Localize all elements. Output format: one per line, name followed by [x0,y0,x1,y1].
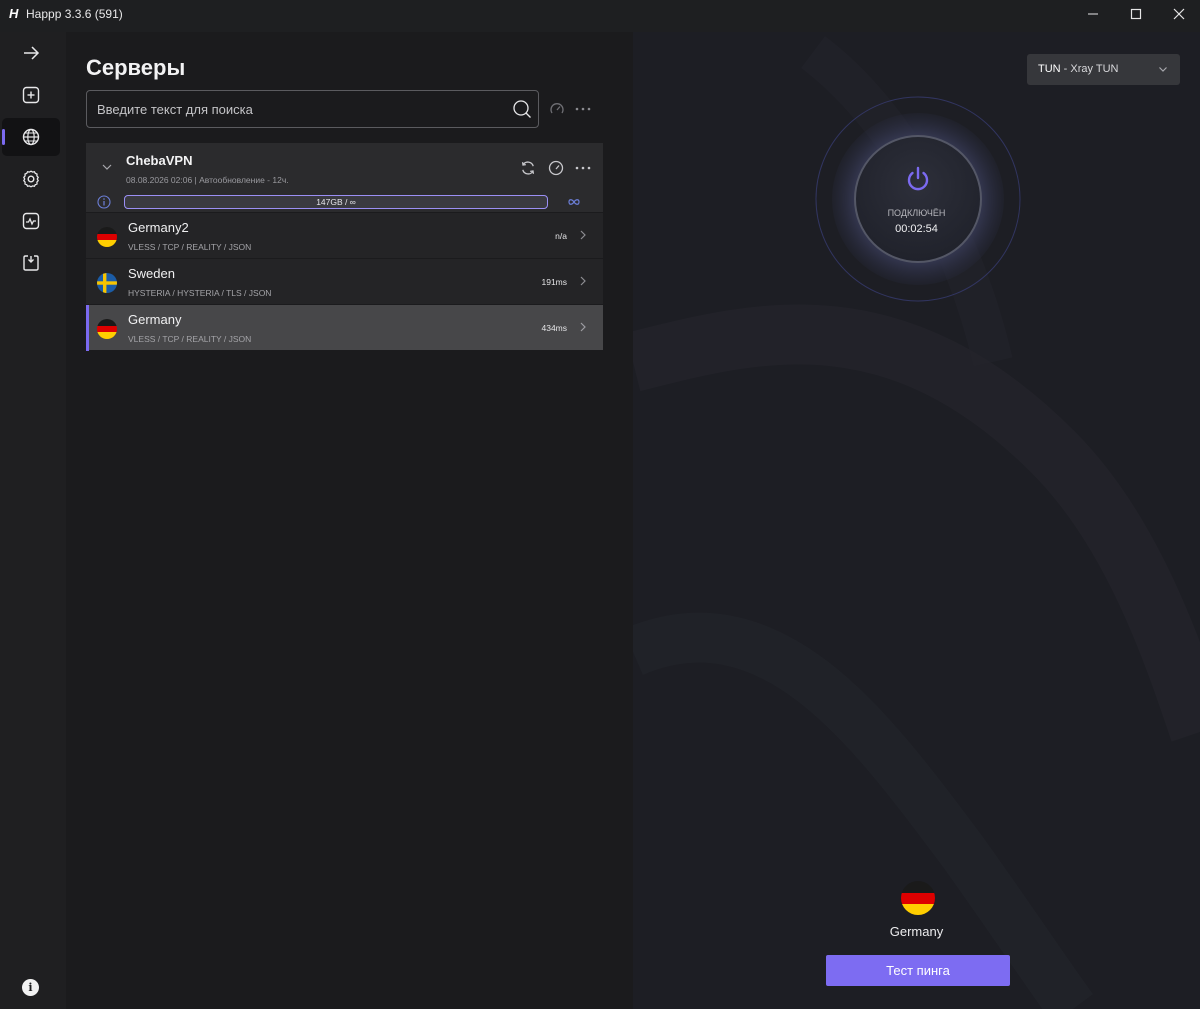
current-server-name: Germany [889,924,944,939]
speedometer-icon[interactable] [548,160,564,176]
info-icon[interactable] [97,195,111,209]
arrow-right-icon [24,46,40,60]
chevron-right-icon [580,230,586,240]
traffic-label: 147GB / ∞ [316,197,356,207]
mode-select-value: TUN - Xray TUN [1038,63,1118,75]
sidebar-item-import[interactable] [2,244,60,282]
group-header[interactable]: ChebaVPN 08.08.2026 02:06 | Автообновлен… [86,143,603,213]
maximize-icon [1130,8,1142,20]
sidebar-item-connect[interactable] [2,34,60,72]
close-icon [1173,8,1185,20]
title-bar: H Happp 3.3.6 (591) [0,0,1200,32]
chevron-right-icon [580,276,586,286]
subscription-group: ChebaVPN 08.08.2026 02:06 | Автообновлен… [86,143,603,351]
connect-button[interactable] [815,96,1021,302]
speedometer-icon [550,103,564,114]
server-ping: n/a [555,231,567,241]
minimize-button[interactable] [1070,0,1116,28]
germany-flag-icon [97,319,117,339]
server-row[interactable]: Germany2 VLESS / TCP / REALITY / JSON n/… [86,212,603,258]
page-title: Серверы [86,55,186,80]
mode-value: Xray TUN [1070,63,1119,75]
sidebar-item-settings[interactable] [2,160,60,198]
close-button[interactable] [1156,0,1200,28]
server-protocol: VLESS / TCP / REALITY / JSON [128,334,252,344]
mode-label: TUN [1038,63,1061,75]
search-icon[interactable] [512,99,532,119]
chevron-down-icon [1159,67,1167,72]
server-ping: 434ms [541,323,567,333]
window-title: Happp 3.3.6 (591) [26,7,123,21]
connection-status: ПОДКЛЮЧЁН [887,208,946,218]
server-row-selected[interactable]: Germany VLESS / TCP / REALITY / JSON 434… [86,304,603,351]
chevron-right-icon [580,322,586,332]
ping-all-button[interactable] [547,99,567,119]
add-icon [22,86,40,104]
search-box [86,90,539,128]
server-name: Germany2 [128,220,189,235]
mode-select[interactable]: TUN - Xray TUN [1027,54,1180,85]
more-button[interactable] [573,99,593,119]
gear-icon [23,170,39,188]
server-protocol: VLESS / TCP / REALITY / JSON [128,242,252,252]
infinity-icon [568,199,580,205]
connection-panel: TUN - Xray TUN ПОДКЛЮЧЁН 00:02:54 German… [633,32,1200,1009]
minimize-icon [1088,13,1098,15]
sweden-flag-icon [97,273,117,293]
globe-icon [22,128,40,146]
group-name: ChebaVPN [126,153,193,168]
sidebar-item-add[interactable] [2,76,60,114]
germany-flag-icon [97,227,117,247]
selection-indicator [86,305,89,351]
server-protocol: HYSTERIA / HYSTERIA / TLS / JSON [128,288,272,298]
server-name: Sweden [128,266,175,281]
sidebar-item-servers[interactable] [2,118,60,156]
server-row[interactable]: Sweden HYSTERIA / HYSTERIA / TLS / JSON … [86,258,603,304]
server-ping: 191ms [541,277,567,287]
refresh-icon[interactable] [520,160,536,176]
group-meta: 08.08.2026 02:06 | Автообновление - 12ч. [126,175,289,185]
mode-separator: - [1060,63,1071,75]
more-icon [575,107,591,111]
power-icon [907,166,929,191]
info-icon: i [28,981,33,994]
germany-flag-icon [901,881,935,915]
activity-icon [22,212,40,230]
chevron-down-icon[interactable] [101,163,113,171]
more-icon[interactable] [575,166,591,170]
connection-timer: 00:02:54 [895,223,938,235]
traffic-bar: 147GB / ∞ [124,195,548,209]
sidebar: i [0,32,66,1009]
search-input[interactable] [97,91,497,127]
app-logo: H [9,6,19,21]
maximize-button[interactable] [1113,0,1159,28]
sidebar-item-stats[interactable] [2,202,60,240]
import-icon [23,255,39,271]
active-indicator [2,129,5,145]
server-name: Germany [128,312,182,327]
about-button[interactable]: i [22,979,39,996]
servers-panel: Серверы ChebaVPN 08.08.2026 02:06 | Авто… [66,32,633,1009]
ping-test-button[interactable]: Тест пинга [826,955,1010,986]
